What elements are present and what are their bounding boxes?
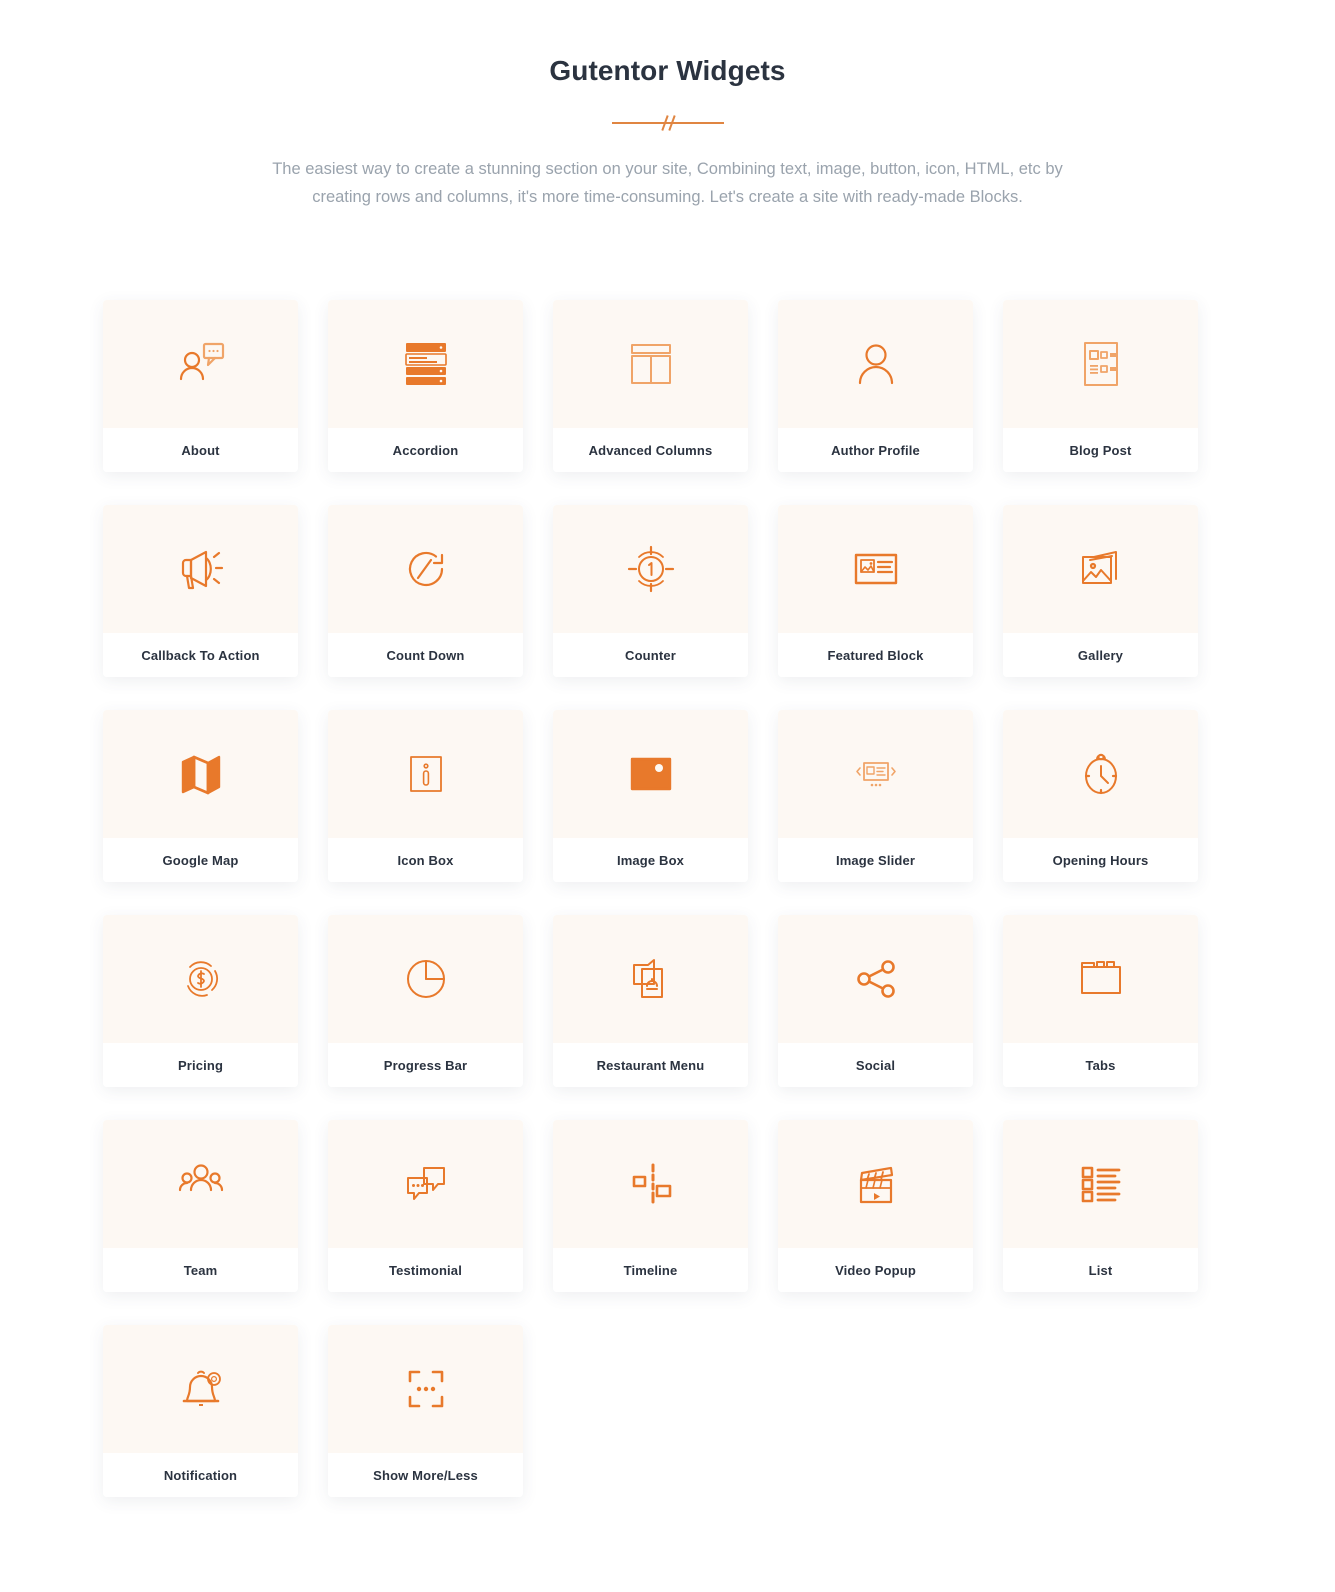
widget-card-label: Google Map [103, 838, 298, 882]
widget-card[interactable]: Tabs [1003, 915, 1198, 1087]
widget-card-label: Author Profile [778, 428, 973, 472]
widget-card-label: Opening Hours [1003, 838, 1198, 882]
widget-card-label: List [1003, 1248, 1198, 1292]
widgets-page: Gutentor Widgets The easiest way to crea… [0, 0, 1335, 1592]
person-icon [778, 300, 973, 428]
pie-chart-icon [328, 915, 523, 1043]
dollar-coin-icon [103, 915, 298, 1043]
widget-card[interactable]: Video Popup [778, 1120, 973, 1292]
page-subtitle: The easiest way to create a stunning sec… [272, 160, 1063, 206]
widget-card[interactable]: Callback To Action [103, 505, 298, 677]
columns-layout-icon [553, 300, 748, 428]
widget-card[interactable]: Blog Post [1003, 300, 1198, 472]
restaurant-menu-icon [553, 915, 748, 1043]
speech-bubbles-icon [328, 1120, 523, 1248]
image-slider-icon [778, 710, 973, 838]
tabs-folder-icon [1003, 915, 1198, 1043]
page-title: Gutentor Widgets [549, 55, 786, 86]
clapperboard-icon [778, 1120, 973, 1248]
widget-card-label: Image Slider [778, 838, 973, 882]
divider-bar [611, 122, 724, 124]
widget-card[interactable]: List [1003, 1120, 1198, 1292]
share-nodes-icon [778, 915, 973, 1043]
widget-card[interactable]: Notification [103, 1325, 298, 1497]
widget-card-label: Show More/Less [328, 1453, 523, 1497]
stopwatch-clock-icon [1003, 710, 1198, 838]
widget-card[interactable]: Opening Hours [1003, 710, 1198, 882]
widget-card[interactable]: Advanced Columns [553, 300, 748, 472]
widget-card-label: Image Box [553, 838, 748, 882]
widget-card[interactable]: Testimonial [328, 1120, 523, 1292]
widget-card-label: Count Down [328, 633, 523, 677]
widget-card-label: Social [778, 1043, 973, 1087]
widget-card-label: Timeline [553, 1248, 748, 1292]
widget-card-label: Team [103, 1248, 298, 1292]
widget-card-label: Tabs [1003, 1043, 1198, 1087]
accordion-panels-icon [328, 300, 523, 428]
widget-card[interactable]: Featured Block [778, 505, 973, 677]
widget-card[interactable]: Show More/Less [328, 1325, 523, 1497]
blog-post-layout-icon [1003, 300, 1198, 428]
widget-card-label: Advanced Columns [553, 428, 748, 472]
person-speech-bubble-icon [103, 300, 298, 428]
megaphone-icon [103, 505, 298, 633]
widget-card-label: Progress Bar [328, 1043, 523, 1087]
timeline-icon [553, 1120, 748, 1248]
widget-card-label: About [103, 428, 298, 472]
widget-card[interactable]: Count Down [328, 505, 523, 677]
image-filled-icon [553, 710, 748, 838]
people-group-icon [103, 1120, 298, 1248]
countdown-clock-icon [328, 505, 523, 633]
gallery-photos-icon [1003, 505, 1198, 633]
widget-card[interactable]: Icon Box [328, 710, 523, 882]
widget-card[interactable]: Timeline [553, 1120, 748, 1292]
widget-card[interactable]: Restaurant Menu [553, 915, 748, 1087]
folded-map-icon [103, 710, 298, 838]
page-header: Gutentor Widgets The easiest way to crea… [0, 0, 1335, 211]
info-box-icon [328, 710, 523, 838]
widget-card-label: Restaurant Menu [553, 1043, 748, 1087]
double-slash-divider-icon [611, 113, 724, 133]
bullet-list-icon [1003, 1120, 1198, 1248]
widget-grid: About Accordion Advanced Columns Author Pro… [103, 300, 1233, 1497]
expand-dots-icon [328, 1325, 523, 1453]
widget-card[interactable]: Author Profile [778, 300, 973, 472]
widget-card[interactable]: Google Map [103, 710, 298, 882]
widget-card[interactable]: About [103, 300, 298, 472]
widget-card-label: Featured Block [778, 633, 973, 677]
widget-card-label: Notification [103, 1453, 298, 1497]
widget-card-label: Pricing [103, 1043, 298, 1087]
widget-card[interactable]: Image Slider [778, 710, 973, 882]
widget-card[interactable]: Image Box [553, 710, 748, 882]
widget-card-label: Gallery [1003, 633, 1198, 677]
featured-image-text-icon [778, 505, 973, 633]
widget-card[interactable]: Counter [553, 505, 748, 677]
widget-card[interactable]: Team [103, 1120, 298, 1292]
widget-card-label: Blog Post [1003, 428, 1198, 472]
widget-card-label: Accordion [328, 428, 523, 472]
widget-card[interactable]: Accordion [328, 300, 523, 472]
widget-card-label: Callback To Action [103, 633, 298, 677]
widget-card[interactable]: Gallery [1003, 505, 1198, 677]
widget-card[interactable]: Progress Bar [328, 915, 523, 1087]
widget-card-label: Counter [553, 633, 748, 677]
widget-card-label: Video Popup [778, 1248, 973, 1292]
widget-card-label: Icon Box [328, 838, 523, 882]
counter-number-one-icon [553, 505, 748, 633]
bell-notification-icon [103, 1325, 298, 1453]
widget-card[interactable]: Social [778, 915, 973, 1087]
widget-card[interactable]: Pricing [103, 915, 298, 1087]
widget-card-label: Testimonial [328, 1248, 523, 1292]
